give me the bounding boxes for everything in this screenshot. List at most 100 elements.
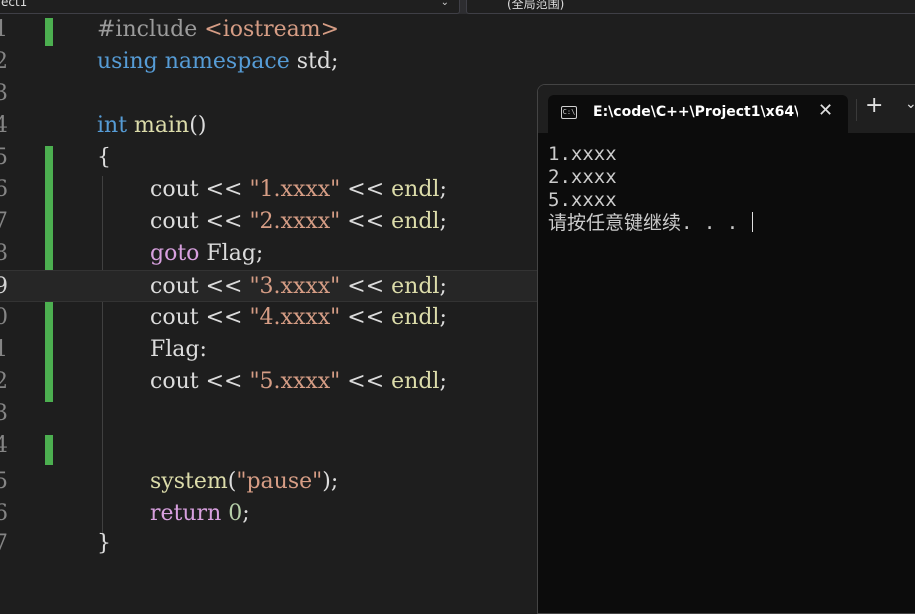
string-literal: "4.xxxx" (249, 305, 341, 330)
code-text: Flag: (150, 334, 207, 366)
keyword: namespace (164, 49, 290, 74)
code-text: } (97, 528, 111, 560)
console-titlebar[interactable]: C:\ E:\code\C++\Project1\x64\Debug\Proje… (538, 85, 915, 133)
punctuation: ; (439, 209, 447, 234)
identifier: std; (289, 49, 339, 74)
console-output-line: 1.xxxx (548, 143, 617, 165)
keyword: using (97, 49, 158, 74)
code-line[interactable]: 1 #include <iostream> (0, 14, 915, 46)
console-output-line: 2.xxxx (548, 166, 617, 188)
code-line[interactable]: 2 using namespace std; (0, 46, 915, 78)
line-number: 4 (0, 433, 8, 458)
punctuation: ; (439, 274, 447, 299)
string-literal: "3.xxxx" (249, 274, 341, 299)
line-number: 5 (0, 469, 8, 494)
console-tab-title: E:\code\C++\Project1\x64\Debug\Project1.… (593, 104, 798, 120)
identifier: endl (391, 369, 440, 394)
string-literal: "2.xxxx" (249, 209, 341, 234)
line-number: 9 (0, 274, 8, 299)
line-number: 0 (0, 305, 8, 330)
identifier: cout (150, 209, 199, 234)
operator: << (340, 305, 392, 330)
punctuation: ; (242, 501, 250, 526)
string-literal: "pause" (236, 469, 323, 494)
line-number: 4 (0, 113, 8, 138)
identifier: cout (150, 305, 199, 330)
line-number: 7 (0, 209, 8, 234)
code-text: { (97, 142, 111, 174)
console-prompt-line: 请按任意键继续. . . (548, 212, 753, 235)
close-icon[interactable]: ✕ (818, 100, 833, 121)
code-text: using namespace std; (97, 46, 338, 78)
punctuation: () (189, 113, 207, 138)
operator: << (198, 305, 250, 330)
identifier: Flag; (199, 241, 264, 266)
identifier: cout (150, 177, 199, 202)
console-prompt-text: 请按任意键继续. . . (548, 212, 750, 234)
identifier: endl (391, 177, 440, 202)
function-name: main (134, 113, 190, 138)
keyword: goto (150, 241, 200, 266)
number-literal: 0 (228, 501, 243, 526)
line-number: 3 (0, 401, 8, 426)
code-text: cout << "5.xxxx" << endl; (150, 366, 447, 398)
line-number: 7 (0, 531, 8, 556)
scope-dropdown-value: (全局范围) (507, 0, 565, 11)
line-number: 1 (0, 337, 8, 362)
code-text: cout << "3.xxxx" << endl; (150, 271, 447, 303)
code-text: cout << "4.xxxx" << endl; (150, 302, 447, 334)
scope-dropdown[interactable]: (全局范围) (466, 0, 915, 14)
punctuation: } (97, 531, 111, 556)
project-dropdown-value: ect1 (1, 0, 28, 9)
text-cursor (751, 212, 753, 232)
line-number: 1 (0, 17, 8, 42)
operator: << (340, 274, 392, 299)
operator: << (340, 369, 392, 394)
code-text: return 0; (150, 498, 250, 530)
operator: << (198, 177, 250, 202)
line-number: 2 (0, 369, 8, 394)
code-text: #include <iostream> (97, 14, 339, 46)
chevron-down-icon: ⌄ (440, 0, 449, 8)
punctuation: ; (439, 369, 447, 394)
label: Flag: (150, 337, 207, 362)
function-name: system (150, 469, 228, 494)
project-dropdown[interactable]: ect1 ⌄ (0, 0, 460, 14)
line-number: 5 (0, 145, 8, 170)
identifier: cout (150, 274, 199, 299)
console-output[interactable]: 1.xxxx 2.xxxx 5.xxxx 请按任意键继续. . . (548, 143, 753, 235)
identifier: cout (150, 369, 199, 394)
code-text: cout << "1.xxxx" << endl; (150, 174, 447, 206)
console-output-line: 5.xxxx (548, 189, 617, 211)
line-number: 6 (0, 177, 8, 202)
include-header: <iostream> (204, 17, 340, 42)
punctuation: { (97, 145, 111, 170)
string-literal: "1.xxxx" (249, 177, 341, 202)
line-number: 3 (0, 81, 8, 106)
line-number: 2 (0, 49, 8, 74)
line-number: 8 (0, 241, 8, 266)
punctuation: ; (439, 305, 447, 330)
chevron-down-icon[interactable]: ⌄ (905, 96, 915, 112)
operator: << (198, 369, 250, 394)
preprocessor-directive: #include (97, 17, 198, 42)
keyword: return (150, 501, 222, 526)
keyword: int (97, 113, 128, 138)
console-window[interactable]: C:\ E:\code\C++\Project1\x64\Debug\Proje… (537, 84, 915, 614)
string-literal: "5.xxxx" (249, 369, 341, 394)
punctuation: ; (439, 177, 447, 202)
punctuation: ); (322, 469, 339, 494)
identifier: endl (391, 209, 440, 234)
console-tab[interactable]: C:\ E:\code\C++\Project1\x64\Debug\Proje… (548, 95, 848, 133)
line-number: 6 (0, 501, 8, 526)
operator: << (340, 177, 392, 202)
code-text: system("pause"); (150, 466, 338, 498)
identifier: endl (391, 274, 440, 299)
editor-navigation-bar: ect1 ⌄ (全局范围) (0, 0, 915, 14)
identifier: endl (391, 305, 440, 330)
code-text: cout << "2.xxxx" << endl; (150, 206, 447, 238)
code-text: goto Flag; (150, 238, 263, 270)
new-tab-button[interactable]: + (865, 93, 883, 118)
code-text: int main() (97, 110, 206, 142)
operator: << (340, 209, 392, 234)
